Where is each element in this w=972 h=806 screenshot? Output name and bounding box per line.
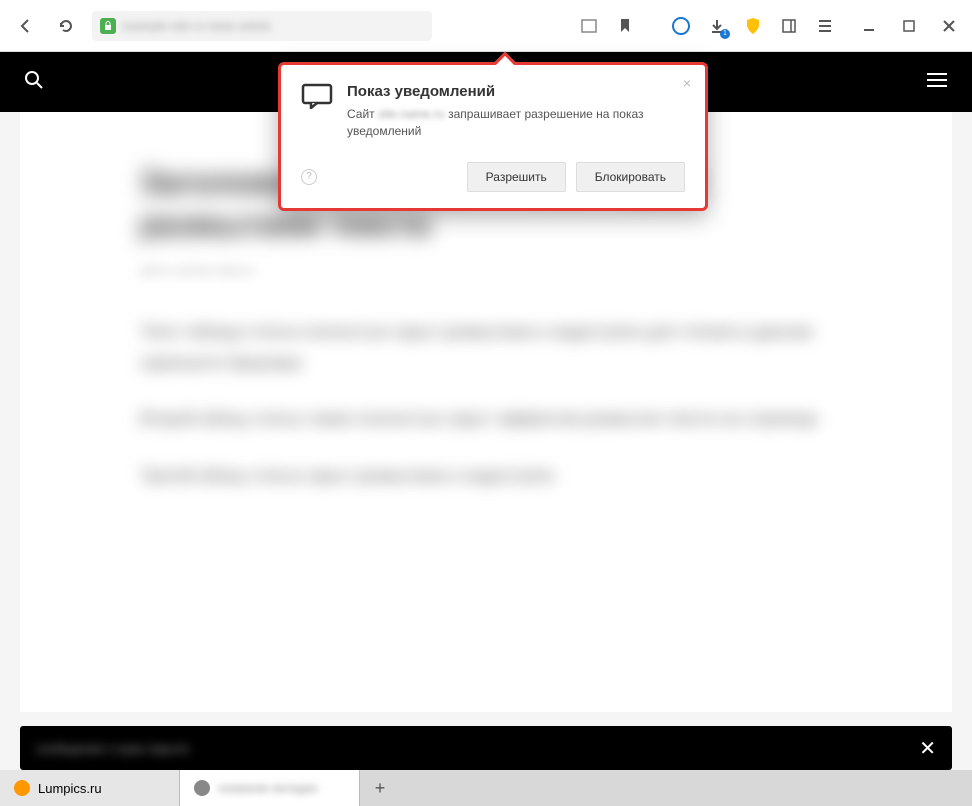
article-para: Текст абзаца статьи полностью скрыт разм… [140,317,832,378]
yandex-icon[interactable] [670,15,692,37]
tab-lumpics[interactable]: Lumpics.ru [0,770,180,806]
shield-icon[interactable] [742,15,764,37]
downloads-icon[interactable]: 1 [706,15,728,37]
notification-permission-dialog: × Показ уведомлений Сайт site-name.ru за… [278,62,708,211]
download-badge: 1 [720,29,730,39]
hamburger-icon[interactable] [926,72,948,93]
speech-bubble-icon [301,83,333,109]
tab-label: название вкладки [218,781,317,795]
article-para: Третий абзац статьи скрыт размытием и не… [140,461,832,492]
favicon-icon [14,780,30,796]
toolbar-right: 1 [578,15,960,37]
lock-icon [100,18,116,34]
article-meta: дата и автор скрыты [140,263,832,277]
block-button[interactable]: Блокировать [576,162,685,192]
reload-button[interactable] [52,12,80,40]
tab-current[interactable]: название вкладки [180,770,360,806]
favicon-icon [194,780,210,796]
help-icon[interactable]: ? [301,169,317,185]
back-button[interactable] [12,12,40,40]
window-controls [858,15,960,37]
url-text: example-site.ru news article [122,19,271,33]
minimize-button[interactable] [858,15,880,37]
search-icon[interactable] [24,70,44,95]
cookie-close-button[interactable]: ✕ [919,736,936,761]
maximize-button[interactable] [898,15,920,37]
dialog-body: Сайт site-name.ru запрашивает разрешение… [347,106,685,140]
menu-icon[interactable] [814,15,836,37]
sidebar-icon[interactable] [778,15,800,37]
dialog-close-button[interactable]: × [683,75,691,91]
bookmark-icon[interactable] [614,15,636,37]
dialog-title: Показ уведомлений [347,83,685,100]
article-para: Второй абзац статьи также полностью скры… [140,404,832,435]
allow-button[interactable]: Разрешить [467,162,566,192]
browser-toolbar: example-site.ru news article 1 [0,0,972,52]
tab-label: Lumpics.ru [38,781,102,796]
new-tab-button[interactable]: + [360,770,400,806]
cookie-banner: сообщение о куки скрыто ✕ [20,726,952,770]
cookie-text: сообщение о куки скрыто [36,741,919,756]
reader-icon[interactable] [578,15,600,37]
tab-bar: Lumpics.ru название вкладки + [0,770,972,806]
address-bar[interactable]: example-site.ru news article [92,11,432,41]
close-button[interactable] [938,15,960,37]
